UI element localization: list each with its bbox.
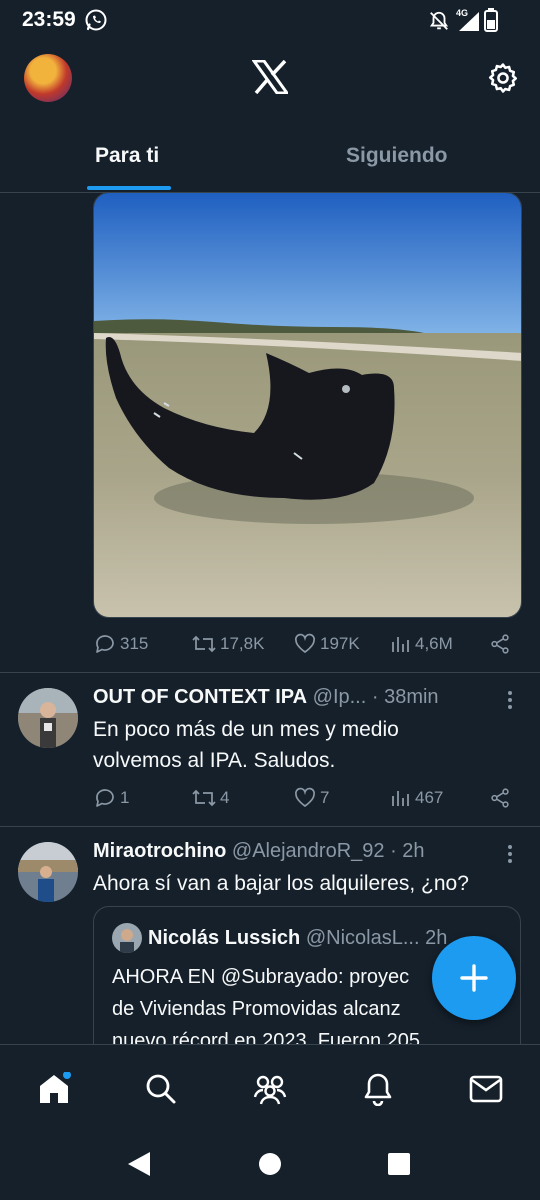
nav-search[interactable] [141,1069,181,1109]
home-icon [36,1072,72,1106]
like-count: 7 [320,788,330,807]
tweet-text-line: volvemos al IPA. Saludos. [93,749,336,772]
quote-author-handle: @NicolasL... [305,927,420,949]
tweet-media-image[interactable] [93,192,522,618]
author-name[interactable]: Miraotrochino [93,840,226,862]
tweet2-header: OUT OF CONTEXT IPA @Ip... · 38min [93,686,439,709]
compose-button[interactable] [432,936,516,1020]
timeline-tabs: Para ti Siguiendo [0,130,540,193]
views-button[interactable]: 467 [390,786,443,810]
share-button[interactable] [489,786,511,810]
author-handle[interactable]: @Ip... [313,686,367,708]
like-count: 197K [320,634,360,653]
retweet-icon [191,786,217,810]
recents-icon[interactable] [387,1152,411,1176]
tweet-text-line: En poco más de un mes y medio [93,718,399,741]
views-icon [390,786,412,810]
retweet-button[interactable]: 17,8K [191,632,264,656]
system-navigation-bar [0,1132,540,1200]
avatar[interactable] [18,842,78,902]
signal-icon [456,10,480,32]
share-icon [489,786,511,810]
status-bar: 23:59 4G [0,0,540,40]
messages-icon [469,1075,503,1103]
mute-icon [428,10,450,32]
author-handle[interactable]: @AlejandroR_92 [232,840,385,862]
x-logo-icon [252,60,288,94]
views-count: 467 [415,788,444,807]
notifications-icon [362,1072,394,1106]
nav-communities[interactable] [250,1069,290,1109]
quote-text-line: de Viviendas Promovidas alcanz [112,998,401,1020]
nav-notifications[interactable] [358,1069,398,1109]
views-count: 4,6M [415,634,453,653]
tweet-time: · 38min [371,686,439,708]
like-icon [293,632,317,656]
tweet3-header: Miraotrochino @AlejandroR_92 · 2h [93,840,425,863]
communities-icon [252,1073,288,1105]
reply-button[interactable]: 315 [93,632,148,656]
avatar[interactable] [18,688,78,748]
more-icon[interactable] [500,842,520,866]
reply-button[interactable]: 1 [93,786,129,810]
reply-icon [93,632,117,656]
tweet2-actions: 1 4 7 467 [93,786,518,816]
more-icon[interactable] [500,688,520,712]
share-button[interactable] [489,632,511,656]
author-name[interactable]: OUT OF CONTEXT IPA [93,686,307,708]
battery-icon [484,8,498,32]
avatar [112,923,142,953]
tab-following[interactable]: Siguiendo [346,144,448,168]
like-icon [293,786,317,810]
quote-text-line: AHORA EN @Subrayado: proyec [112,966,410,988]
tab-for-you[interactable]: Para ti [95,144,159,168]
divider [0,826,540,827]
tweet2-text: En poco más de un mes y medio volvemos a… [93,714,399,776]
bottom-nav [0,1044,540,1133]
active-tab-indicator [87,186,171,190]
reply-count: 1 [120,788,130,807]
tweet3-text: Ahora sí van a bajar los alquileres, ¿no… [93,872,469,895]
views-button[interactable]: 4,6M [390,632,453,656]
like-button[interactable]: 197K [293,632,360,656]
quote-time: 2h [425,927,448,949]
nav-home[interactable] [34,1069,74,1109]
nav-messages[interactable] [466,1069,506,1109]
like-button[interactable]: 7 [293,786,329,810]
share-icon [489,632,511,656]
search-icon [145,1073,177,1105]
reply-count: 315 [120,634,149,653]
tweet1-actions: 315 17,8K 197K 4,6M [93,632,518,662]
back-icon[interactable] [126,1150,152,1178]
retweet-button[interactable]: 4 [191,786,229,810]
retweet-icon [191,632,217,656]
compose-plus-icon [458,962,490,994]
quote-header: Nicolás Lussich @NicolasL... 2h [148,927,447,950]
views-icon [390,632,412,656]
reply-icon [93,786,117,810]
tweet-time: · 2h [390,840,425,862]
status-time: 23:59 [22,8,76,31]
whatsapp-icon [84,8,108,32]
divider [0,672,540,673]
retweet-count: 17,8K [220,634,265,653]
home-circle-icon[interactable] [258,1152,282,1176]
gear-icon[interactable] [486,61,520,95]
quote-author-name: Nicolás Lussich [148,927,301,949]
retweet-count: 4 [220,788,230,807]
quote-text: AHORA EN @Subrayado: proyec de Viviendas… [112,961,420,1057]
profile-avatar[interactable] [24,54,72,102]
